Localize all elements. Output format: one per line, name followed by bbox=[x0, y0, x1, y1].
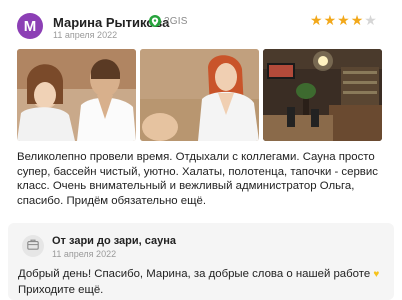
rating-stars: ★ ★ ★ ★ ★ bbox=[310, 13, 377, 27]
reply-text-line: Добрый день! Спасибо, Марина, за добрые … bbox=[18, 268, 371, 280]
photo-thumbnail[interactable] bbox=[140, 49, 259, 141]
source-label: 2GIS bbox=[164, 15, 188, 27]
review-card: М Марина Рытикова 2GIS 11 апреля 2022 ★ … bbox=[0, 0, 402, 300]
photo-thumbnail[interactable] bbox=[263, 49, 382, 141]
star-icon: ★ bbox=[323, 12, 337, 28]
2gis-location-icon bbox=[149, 15, 161, 27]
star-icon: ★ bbox=[350, 12, 364, 28]
review-source: 2GIS bbox=[149, 15, 188, 27]
review-date: 11 апреля 2022 bbox=[53, 30, 118, 40]
avatar-letter: М bbox=[23, 17, 37, 35]
owner-reply: От зари до зари, сауна 11 апреля 2022 До… bbox=[8, 223, 394, 300]
business-logo[interactable] bbox=[22, 235, 44, 257]
star-icon: ★ bbox=[310, 12, 323, 28]
photo-thumbnail[interactable] bbox=[17, 49, 136, 141]
yellow-heart-icon: ♥ bbox=[373, 269, 380, 280]
reply-text-line-2: Приходите ещё. bbox=[18, 283, 104, 296]
avatar[interactable]: М bbox=[17, 13, 43, 39]
star-icon: ★ bbox=[337, 12, 350, 28]
briefcase-icon bbox=[27, 237, 39, 255]
star-empty-icon: ★ bbox=[364, 12, 377, 28]
photo-gallery bbox=[17, 49, 382, 141]
reply-date: 11 апреля 2022 bbox=[52, 249, 117, 259]
reply-text: Добрый день! Спасибо, Марина, за добрые … bbox=[18, 267, 388, 297]
review-text: Великолепно провели время. Отдыхали с ко… bbox=[17, 151, 378, 207]
reply-author[interactable]: От зари до зари, сауна bbox=[52, 235, 176, 247]
